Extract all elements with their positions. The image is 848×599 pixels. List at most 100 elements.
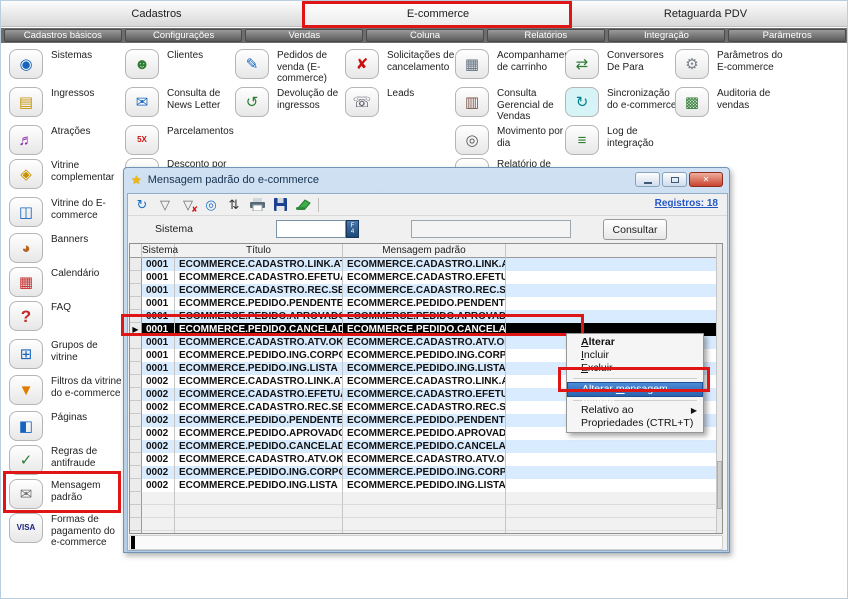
minimize-button[interactable] — [635, 172, 660, 187]
table-row[interactable]: 0002ECOMMERCE.CADASTRO.ATV.OKECOMMERCE.C… — [130, 453, 717, 466]
module-sistemas[interactable]: ◉Sistemas — [9, 49, 121, 85]
print-icon[interactable] — [249, 197, 265, 213]
table-row[interactable]: 0002ECOMMERCE.PEDIDO.CANCELADOECOMMERCE.… — [130, 440, 717, 453]
module-consulta-gerencial-de-vendas[interactable]: ▥Consulta Gerencial de Vendas — [455, 87, 567, 123]
pedidos-venda-icon: ✎ — [235, 49, 269, 79]
tab-retaguarda-pdv[interactable]: Retaguarda PDV — [571, 1, 839, 27]
column-header-mensagem-padrao[interactable]: Mensagem padrão — [343, 244, 506, 258]
filter-icon[interactable]: ▽ — [157, 197, 173, 213]
close-button[interactable]: ✕ — [689, 172, 723, 187]
menu-item-configuracoes[interactable]: Configurações — [125, 29, 243, 42]
module-label: Consulta de News Letter — [167, 88, 239, 111]
save-icon[interactable] — [272, 197, 288, 213]
module-log-de-integracao[interactable]: ≡Log de integração — [565, 125, 677, 161]
cell-filler — [506, 310, 717, 323]
tab-cadastros[interactable]: Cadastros — [9, 1, 304, 27]
module-devolucao-de-ingressos[interactable]: ↺Devolução de ingressos — [235, 87, 347, 123]
column-header-titulo[interactable]: Título — [175, 244, 343, 258]
cell-mensagem — [343, 505, 506, 518]
cell-sistema: 0002 — [142, 440, 175, 453]
table-row[interactable]: 0001ECOMMERCE.CADASTRO.EFETUADOECOMMERCE… — [130, 271, 717, 284]
module-label: Leads — [387, 88, 459, 100]
records-count-link[interactable]: Registros: 18 — [655, 198, 718, 209]
column-header-sistema[interactable]: Sistema — [142, 244, 175, 258]
row-indicator — [130, 336, 142, 349]
module-vitrine-do-e-commerce[interactable]: ◫Vitrine do E-commerce — [9, 197, 121, 233]
module-faq[interactable]: ?FAQ — [9, 301, 121, 337]
module-grupos-de-vitrine[interactable]: ⊞Grupos de vitrine — [9, 339, 121, 375]
module-sincronizacao-do-e-commerce[interactable]: ↻Sincronização do e-commerce — [565, 87, 677, 123]
row-indicator — [130, 479, 142, 492]
module-banners[interactable]: ◕Banners — [9, 233, 121, 269]
module-parcelamentos[interactable]: 5XParcelamentos — [125, 125, 237, 161]
refresh-icon[interactable]: ↻ — [134, 197, 150, 213]
context-menu-item-relativo-ao[interactable]: Relativo ao▶ — [567, 404, 703, 417]
cell-sistema: 0002 — [142, 466, 175, 479]
table-row[interactable]: 0002ECOMMERCE.PEDIDO.ING.CORPOECOMMERCE.… — [130, 466, 717, 479]
find-icon[interactable]: ◎ — [203, 197, 219, 213]
module-movimento-por-dia[interactable]: ◎Movimento por dia — [455, 125, 567, 161]
cell-mensagem: ECOMMERCE.CADASTRO.LINK.ATIV — [343, 375, 506, 388]
module-atracoes[interactable]: ♬Atrações — [9, 125, 121, 161]
devolucao-ingressos-icon: ↺ — [235, 87, 269, 117]
sort-icon[interactable]: ⇅ — [226, 197, 242, 213]
module-ingressos[interactable]: ▤Ingressos — [9, 87, 121, 123]
horizontal-scrollbar[interactable] — [129, 535, 723, 550]
module-auditoria-de-vendas[interactable]: ▩Auditoria de vendas — [675, 87, 787, 123]
sistema-lookup-button[interactable]: F4 — [346, 220, 359, 238]
menu-item-integracao[interactable]: Integração — [608, 29, 726, 42]
clear-filter-icon[interactable]: ▽✘ — [180, 197, 196, 213]
module-vitrine-complementar[interactable]: ◈Vitrine complementar — [9, 159, 121, 195]
context-menu-item-propriedades-ctrl-t[interactable]: Propriedades (CTRL+T) — [567, 417, 703, 430]
module-calendario[interactable]: ▦Calendário — [9, 267, 121, 303]
scroll-caret — [131, 536, 135, 549]
menu-item-cadastros-basicos[interactable]: Cadastros básicos — [4, 29, 122, 42]
context-menu-item-incluir[interactable]: Incluir — [567, 349, 703, 362]
module-solicitacoes-de-cancelamento[interactable]: ✘Solicitações de cancelamento — [345, 49, 457, 85]
module-conversores-de-para[interactable]: ⇄Conversores De Para — [565, 49, 677, 85]
cell-mensagem — [343, 492, 506, 505]
export-icon[interactable] — [295, 197, 311, 213]
module-acompanhamento-de-carrinho[interactable]: ▦Acompanhamento de carrinho — [455, 49, 567, 85]
menu-item-vendas[interactable]: Vendas — [245, 29, 363, 42]
menu-item-relatorios[interactable]: Relatórios — [487, 29, 605, 42]
module-label: Formas de pagamento do e-commerce — [51, 514, 123, 549]
close-icon: ✕ — [703, 176, 710, 184]
context-menu-item-alterar-mensagem-padrao[interactable]: Alterar mensagem padrão — [567, 382, 703, 397]
scrollbar-thumb[interactable] — [717, 461, 722, 509]
module-paginas[interactable]: ◧Páginas — [9, 411, 121, 447]
table-row-empty — [130, 492, 717, 505]
calendario-icon: ▦ — [9, 267, 43, 297]
module-parametros-do-e-commerce[interactable]: ⚙Parâmetros do E-commerce — [675, 49, 787, 85]
module-consulta-de-news-letter[interactable]: ✉Consulta de News Letter — [125, 87, 237, 123]
module-formas-de-pagamento-do-e-commerce[interactable]: VISAFormas de pagamento do e-commerce — [9, 513, 121, 549]
menu-item-coluna[interactable]: Coluna — [366, 29, 484, 42]
column-header-blank[interactable] — [130, 244, 142, 258]
cell-mensagem: ECOMMERCE.PEDIDO.CANCELADO — [343, 323, 506, 336]
column-header-blank[interactable] — [506, 244, 717, 258]
module-filtros-da-vitrine-do-e-commerce[interactable]: ▼Filtros da vitrine do e-commerce — [9, 375, 121, 411]
module-regras-de-antifraude[interactable]: ✓Regras de antifraude — [9, 445, 121, 481]
mensagem-padrao-icon: ✉ — [9, 479, 43, 509]
module-clientes[interactable]: ☻Clientes — [125, 49, 237, 85]
module-mensagem-padrao[interactable]: ✉Mensagem padrão — [9, 479, 121, 515]
table-row[interactable]: 0001ECOMMERCE.CADASTRO.LINK.ATIVECOMMERC… — [130, 258, 717, 271]
module-leads[interactable]: ☏Leads — [345, 87, 457, 123]
table-row[interactable]: 0001ECOMMERCE.PEDIDO.APROVADOECOMMERCE.P… — [130, 310, 717, 323]
module-pedidos-de-venda-e-commerce[interactable]: ✎Pedidos de venda (E-commerce) — [235, 49, 347, 85]
cell-mensagem: ECOMMERCE.PEDIDO.ING.CORPO — [343, 349, 506, 362]
table-row[interactable]: 0002ECOMMERCE.PEDIDO.ING.LISTAECOMMERCE.… — [130, 479, 717, 492]
cell-filler — [506, 492, 717, 505]
consultar-button[interactable]: Consultar — [603, 219, 667, 240]
menu-item-parametros[interactable]: Parâmetros — [728, 29, 846, 42]
cell-titulo: ECOMMERCE.CADASTRO.LINK.ATIV — [175, 375, 343, 388]
context-menu-item-excluir[interactable]: Excluir — [567, 362, 703, 375]
module-label: FAQ — [51, 302, 123, 314]
tab-e-commerce[interactable]: E-commerce — [304, 1, 571, 27]
maximize-button[interactable] — [662, 172, 687, 187]
table-row[interactable]: 0001ECOMMERCE.PEDIDO.PENDENTEECOMMERCE.P… — [130, 297, 717, 310]
table-row[interactable]: 0001ECOMMERCE.CADASTRO.REC.SENHAECOMMERC… — [130, 284, 717, 297]
sistema-input[interactable] — [276, 220, 346, 238]
context-menu-item-alterar[interactable]: Alterar — [567, 336, 703, 349]
sistema-description-input[interactable] — [411, 220, 571, 238]
